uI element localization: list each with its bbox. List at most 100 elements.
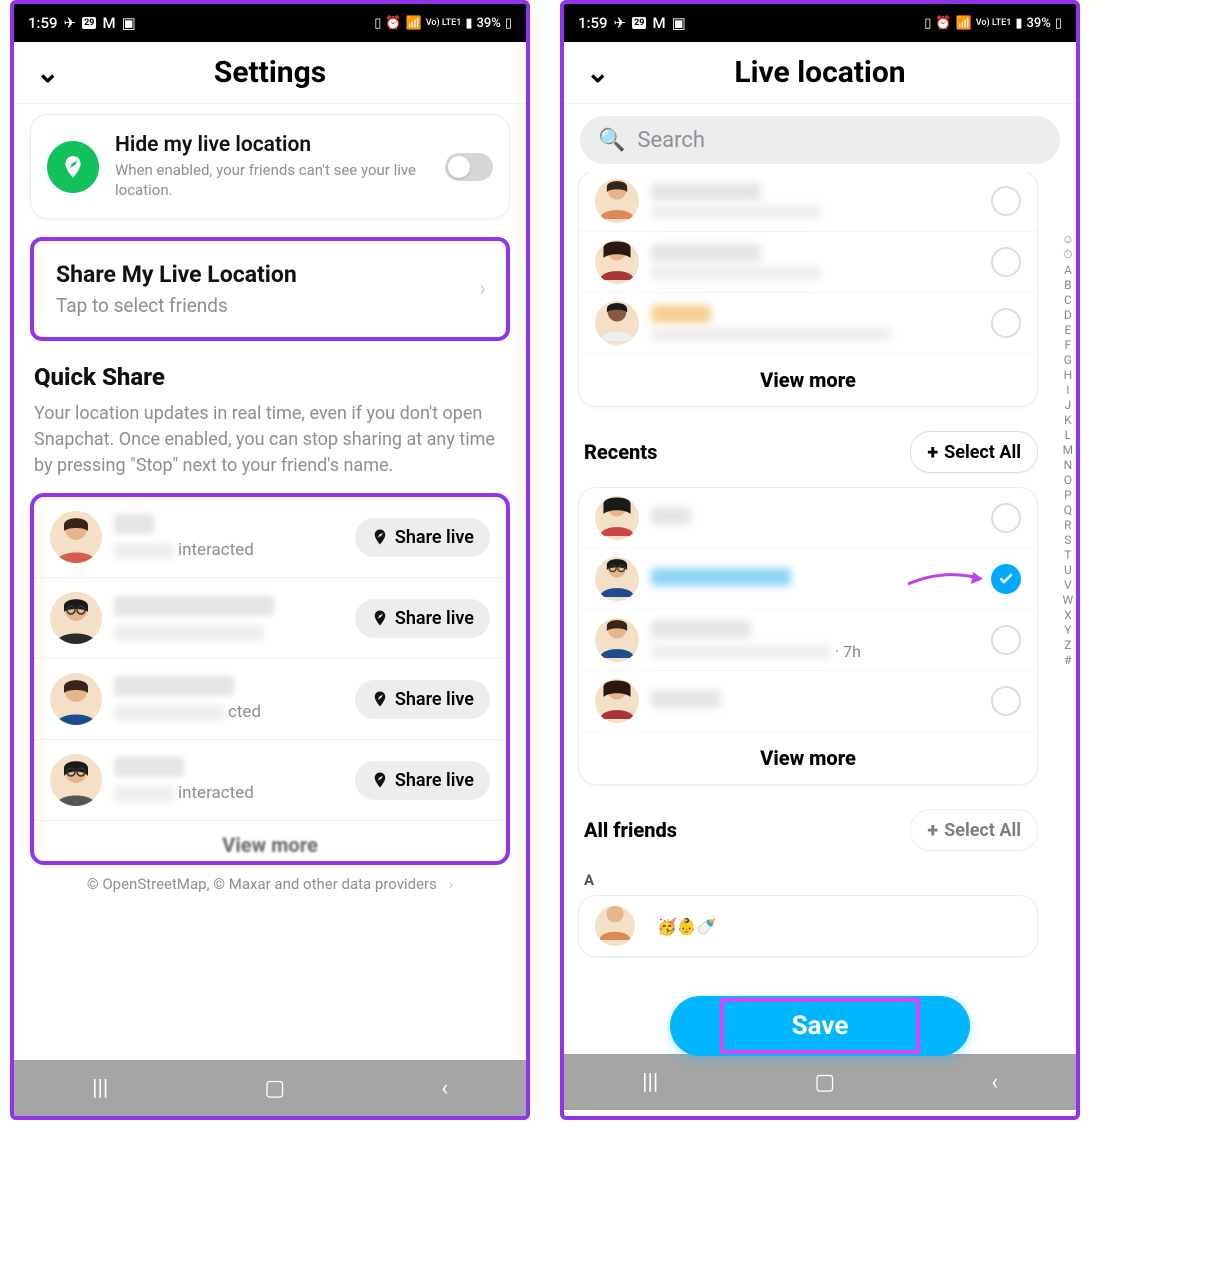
select-all-button[interactable]: + Select All <box>910 809 1038 851</box>
index-letter[interactable]: Y <box>1062 623 1074 637</box>
hide-location-toggle[interactable] <box>445 153 493 181</box>
avatar <box>595 240 639 284</box>
hide-location-sub: When enabled, your friends can't see you… <box>115 161 429 200</box>
index-letter[interactable]: L <box>1062 428 1074 442</box>
contact-row[interactable] <box>579 232 1037 293</box>
home-button[interactable]: ▢ <box>264 1076 285 1101</box>
avatar <box>595 906 635 946</box>
contact-row-selected[interactable] <box>579 549 1037 610</box>
phone-right-live-location: 1:59 ✈ 29 M ▣ ▯ ⏰ 📶 Vo) LTE1 ▮ 39% ▯ ⌄ L… <box>560 0 1080 1120</box>
friend-row: interacted Share live <box>34 497 506 578</box>
collapse-chevron-icon[interactable]: ⌄ <box>36 56 59 89</box>
alarm-icon: ⏰ <box>935 16 951 31</box>
quick-share-title: Quick Share <box>34 363 510 391</box>
index-letter[interactable]: R <box>1062 518 1074 532</box>
index-letter[interactable]: Z <box>1062 638 1074 652</box>
recent-apps-button[interactable]: ||| <box>92 1076 108 1101</box>
index-letter[interactable]: F <box>1062 338 1074 352</box>
friend-sub-blurred <box>114 625 264 641</box>
index-letter[interactable]: N <box>1062 458 1074 472</box>
select-radio[interactable] <box>991 186 1021 216</box>
index-letter[interactable]: J <box>1062 398 1074 412</box>
select-radio[interactable] <box>991 625 1021 655</box>
index-letter[interactable]: P <box>1062 488 1074 502</box>
index-letter[interactable]: T <box>1062 548 1074 562</box>
index-letter[interactable]: C <box>1062 293 1074 307</box>
contact-sub-blurred <box>651 645 831 659</box>
home-button[interactable]: ▢ <box>814 1070 835 1095</box>
collapse-chevron-icon[interactable]: ⌄ <box>586 56 609 89</box>
share-live-button[interactable]: Share live <box>355 761 490 800</box>
contact-row[interactable] <box>579 172 1037 232</box>
select-radio[interactable] <box>991 686 1021 716</box>
select-radio[interactable] <box>991 308 1021 338</box>
all-friends-title: All friends <box>584 818 677 842</box>
select-radio-checked[interactable] <box>991 564 1021 594</box>
interacted-label: interacted <box>178 783 254 803</box>
index-letter[interactable]: G <box>1062 353 1074 367</box>
index-letter[interactable]: E <box>1062 323 1074 337</box>
view-more-button[interactable]: View more <box>579 732 1037 784</box>
select-radio[interactable] <box>991 247 1021 277</box>
index-letter[interactable]: S <box>1062 533 1074 547</box>
share-live-button[interactable]: Share live <box>355 599 490 638</box>
index-letter[interactable]: # <box>1062 653 1074 667</box>
avatar <box>50 592 102 644</box>
status-time: 1:59 <box>578 14 608 32</box>
save-button-container: Save <box>670 996 970 1056</box>
hide-location-card: Hide my live location When enabled, your… <box>30 114 510 219</box>
chevron-right-icon: › <box>479 277 486 302</box>
recent-apps-button[interactable]: ||| <box>642 1070 658 1095</box>
page-title: Settings <box>214 55 326 90</box>
index-letter[interactable]: ☺ <box>1062 232 1074 246</box>
index-letter[interactable]: O <box>1062 473 1074 487</box>
battery-icon: ▯ <box>1055 16 1062 31</box>
contact-row[interactable] <box>579 488 1037 549</box>
all-friends-card: 🥳👶🍼 <box>578 895 1038 957</box>
index-letter[interactable]: X <box>1062 608 1074 622</box>
search-input[interactable]: 🔍 Search <box>580 116 1060 164</box>
index-letter[interactable]: ⏱ <box>1062 247 1074 262</box>
index-letter[interactable]: W <box>1062 593 1074 607</box>
telegram-icon: ✈ <box>64 14 77 32</box>
back-button[interactable]: ‹ <box>441 1076 448 1101</box>
index-letter[interactable]: H <box>1062 368 1074 382</box>
index-letter[interactable]: I <box>1062 383 1074 397</box>
index-letter[interactable]: U <box>1062 563 1074 577</box>
contact-row[interactable]: · 7h <box>579 610 1037 671</box>
contact-name-blurred <box>651 620 751 638</box>
contact-row[interactable] <box>579 293 1037 354</box>
index-letter[interactable]: B <box>1062 278 1074 292</box>
hide-location-title: Hide my live location <box>115 133 429 157</box>
telegram-icon: ✈ <box>614 14 627 32</box>
select-radio[interactable] <box>991 503 1021 533</box>
chevron-right-icon: › <box>449 875 454 893</box>
index-letter[interactable]: K <box>1062 413 1074 427</box>
avatar <box>50 754 102 806</box>
friend-sub-blurred <box>114 705 224 721</box>
timestamp: · 7h <box>835 642 861 661</box>
share-location-card[interactable]: Share My Live Location Tap to select fri… <box>30 237 510 341</box>
contact-sub-blurred <box>651 266 821 280</box>
search-icon: 🔍 <box>598 128 625 153</box>
view-more-button[interactable]: View more <box>34 821 506 861</box>
search-placeholder: Search <box>637 128 705 153</box>
select-all-button[interactable]: + Select All <box>910 431 1038 473</box>
gmail-icon: M <box>652 14 665 32</box>
contact-sub-blurred <box>651 327 891 341</box>
index-letter[interactable]: V <box>1062 578 1074 592</box>
share-live-button[interactable]: Share live <box>355 518 490 557</box>
contact-row[interactable] <box>579 671 1037 732</box>
view-more-button[interactable]: View more <box>579 354 1037 406</box>
index-letter[interactable]: D <box>1062 308 1074 322</box>
back-button[interactable]: ‹ <box>991 1070 998 1095</box>
index-letter[interactable]: Q <box>1062 503 1074 517</box>
page-title: Live location <box>734 55 905 90</box>
share-live-button[interactable]: Share live <box>355 680 490 719</box>
alphabet-index[interactable]: ☺⏱ABCDEFGHIJKLMNOPQRSTUVWXYZ# <box>1062 232 1074 1014</box>
card-icon: ▯ <box>924 16 931 31</box>
save-button[interactable]: Save <box>670 996 970 1056</box>
plus-icon: + <box>927 818 938 842</box>
index-letter[interactable]: A <box>1062 263 1074 277</box>
index-letter[interactable]: M <box>1062 443 1074 457</box>
